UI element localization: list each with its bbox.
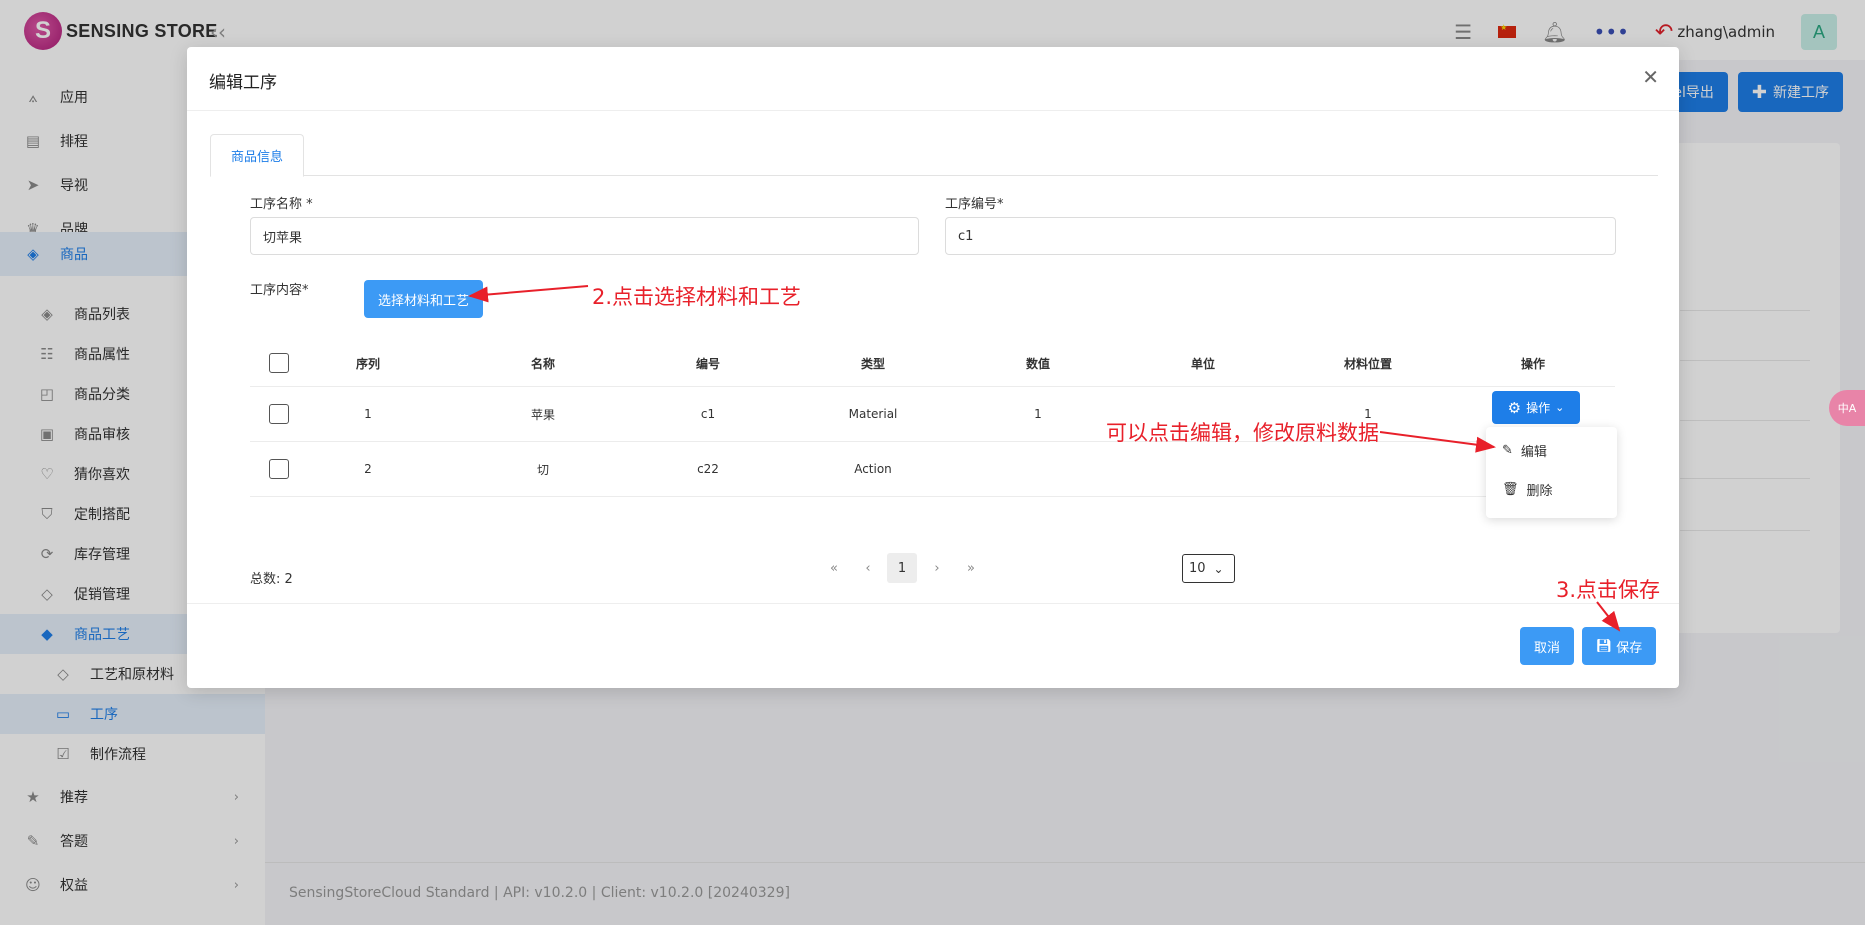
arrow-to-edit-item: [1379, 431, 1496, 453]
arrow-to-select-button: [468, 285, 589, 303]
arrow-to-save-button: [1596, 601, 1621, 632]
annotation-arrows: [468, 285, 1621, 632]
